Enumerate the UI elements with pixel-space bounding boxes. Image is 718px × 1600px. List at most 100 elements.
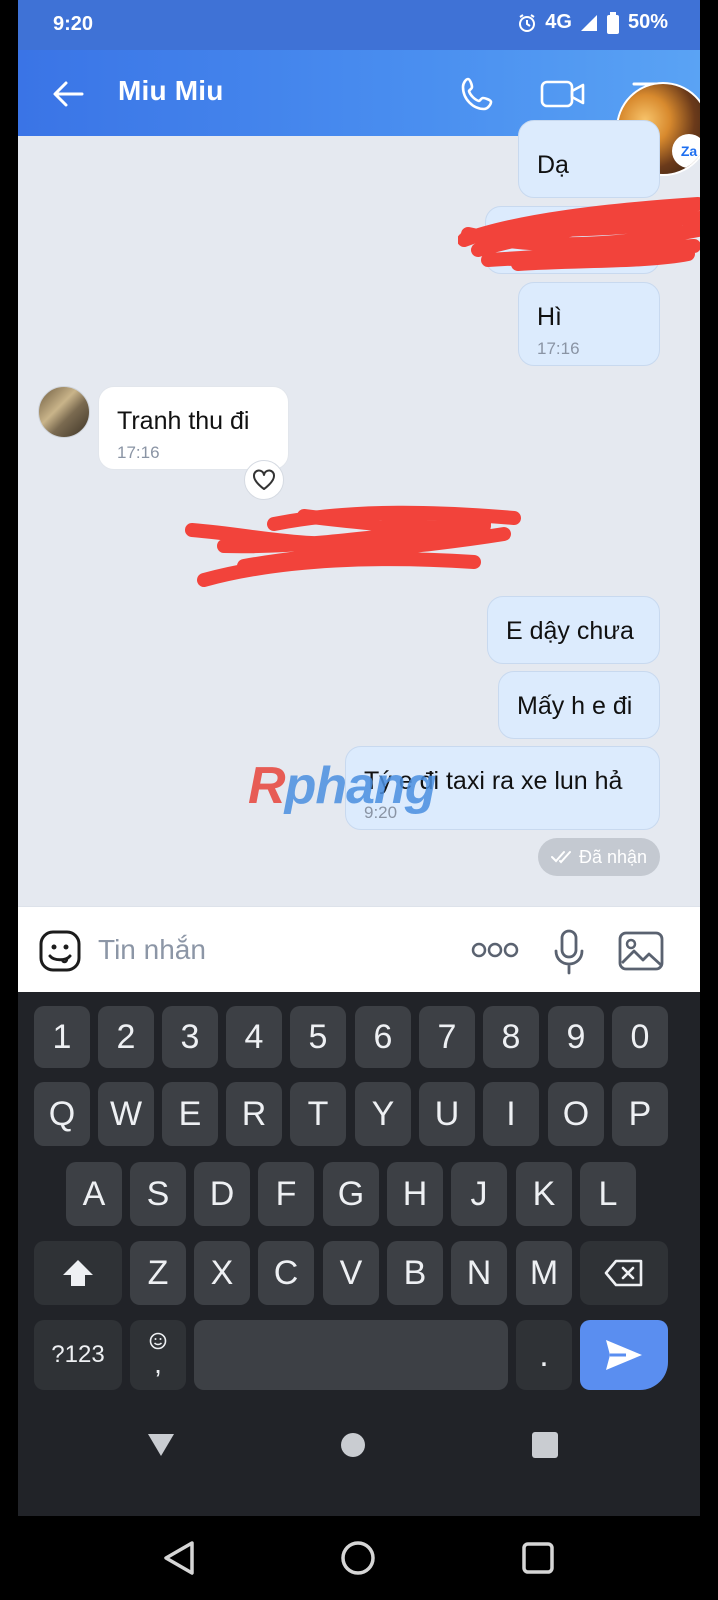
key-j[interactable]: J [451, 1162, 507, 1226]
send-key[interactable] [580, 1320, 668, 1390]
comma-label: , [154, 1348, 162, 1379]
watermark-r: R [248, 757, 286, 815]
video-call-icon[interactable] [540, 74, 586, 114]
on-screen-keyboard: 1 2 3 4 5 6 7 8 9 0 Q W E R T Y U I O P … [18, 992, 700, 1516]
key-g[interactable]: G [323, 1162, 379, 1226]
key-8[interactable]: 8 [483, 1006, 539, 1068]
key-u[interactable]: U [419, 1082, 475, 1146]
contact-avatar[interactable] [38, 386, 90, 438]
key-3[interactable]: 3 [162, 1006, 218, 1068]
system-navigation-bar [0, 1516, 718, 1600]
key-9[interactable]: 9 [548, 1006, 604, 1068]
emoji-comma-stack: , [149, 1332, 167, 1378]
battery-icon [606, 11, 619, 34]
key-t[interactable]: T [290, 1082, 346, 1146]
backspace-key[interactable] [580, 1241, 668, 1305]
message-text: E dậy chưa [506, 617, 634, 645]
send-icon [606, 1340, 642, 1370]
key-5[interactable]: 5 [290, 1006, 346, 1068]
redaction-scribble [185, 505, 521, 587]
alarm-icon [519, 13, 536, 32]
message-bubble-received[interactable]: Tranh thu đi 17:16 [98, 386, 289, 470]
symbols-key[interactable]: ?123 [34, 1320, 122, 1390]
key-z[interactable]: Z [130, 1241, 186, 1305]
key-a[interactable]: A [66, 1162, 122, 1226]
key-d[interactable]: D [194, 1162, 250, 1226]
received-status-badge: Đã nhận [538, 838, 660, 876]
key-n[interactable]: N [451, 1241, 507, 1305]
message-time: 17:16 [117, 443, 160, 462]
key-y[interactable]: Y [355, 1082, 411, 1146]
key-o[interactable]: O [548, 1082, 604, 1146]
message-time: 17:16 [537, 339, 580, 358]
status-time: 9:20 [53, 13, 94, 35]
message-text: Tranh thu đi [117, 407, 250, 435]
key-k[interactable]: K [516, 1162, 572, 1226]
key-s[interactable]: S [130, 1162, 186, 1226]
key-w[interactable]: W [98, 1082, 154, 1146]
keyboard-recents-icon[interactable] [532, 1432, 558, 1458]
received-status-text: Đã nhận [578, 846, 648, 867]
status-bar: 9:20 4G 50% [18, 0, 700, 50]
period-key[interactable]: . [516, 1320, 572, 1390]
key-7[interactable]: 7 [419, 1006, 475, 1068]
image-gallery-icon[interactable] [618, 931, 664, 971]
more-options-icon[interactable] [470, 937, 520, 963]
heart-icon [253, 469, 275, 490]
redaction-scribble [458, 197, 700, 271]
message-bubble-sent[interactable]: E dậy chưa [487, 596, 660, 664]
screen: 9:20 4G 50% Miu Miu Za Dạ Hì 17:16 Tranh… [18, 0, 700, 1516]
message-text: Mấy h e đi [517, 692, 633, 720]
message-bubble-sent[interactable]: Mấy h e đi [498, 671, 660, 739]
key-v[interactable]: V [323, 1241, 379, 1305]
key-2[interactable]: 2 [98, 1006, 154, 1068]
nav-recents-icon[interactable] [522, 1542, 554, 1574]
microphone-icon[interactable] [552, 929, 586, 975]
key-r[interactable]: R [226, 1082, 282, 1146]
keyboard-home-icon[interactable] [340, 1432, 366, 1458]
key-i[interactable]: I [483, 1082, 539, 1146]
message-input[interactable] [98, 927, 458, 973]
key-c[interactable]: C [258, 1241, 314, 1305]
key-f[interactable]: F [258, 1162, 314, 1226]
key-0[interactable]: 0 [612, 1006, 668, 1068]
key-4[interactable]: 4 [226, 1006, 282, 1068]
keyboard-hide-icon[interactable] [146, 1432, 176, 1458]
nav-home-icon[interactable] [340, 1540, 376, 1576]
key-b[interactable]: B [387, 1241, 443, 1305]
key-x[interactable]: X [194, 1241, 250, 1305]
signal-icon [580, 14, 597, 31]
message-bubble-sent[interactable]: Hì 17:16 [518, 282, 660, 366]
watermark-logo: Rphang [248, 756, 437, 816]
message-text: Hì [537, 303, 562, 331]
key-e[interactable]: E [162, 1082, 218, 1146]
backspace-icon [604, 1259, 643, 1287]
chat-title[interactable]: Miu Miu [118, 75, 224, 107]
message-text: Dạ [537, 151, 569, 179]
emoji-comma-key[interactable]: , [130, 1320, 186, 1390]
battery-percent: 50% [627, 11, 668, 33]
app-badge: Za [672, 134, 700, 168]
network-label: 4G [545, 11, 572, 33]
key-l[interactable]: L [580, 1162, 636, 1226]
sticker-icon[interactable] [38, 929, 82, 973]
nav-back-icon[interactable] [162, 1540, 196, 1576]
key-h[interactable]: H [387, 1162, 443, 1226]
keyboard-nav-row [18, 1412, 700, 1512]
watermark-rest: phang [284, 757, 437, 815]
shift-key[interactable] [34, 1241, 122, 1305]
key-p[interactable]: P [612, 1082, 668, 1146]
react-heart-button[interactable] [244, 460, 284, 500]
key-m[interactable]: M [516, 1241, 572, 1305]
back-arrow-icon[interactable] [48, 74, 88, 114]
phone-icon[interactable] [458, 74, 498, 114]
shift-icon [63, 1260, 93, 1286]
message-bubble-sent[interactable]: Dạ [518, 120, 660, 198]
key-1[interactable]: 1 [34, 1006, 90, 1068]
space-key[interactable] [194, 1320, 508, 1390]
key-6[interactable]: 6 [355, 1006, 411, 1068]
key-q[interactable]: Q [34, 1082, 90, 1146]
double-check-icon [550, 851, 571, 864]
status-icons: 4G 50% [517, 11, 668, 34]
message-composer [18, 906, 700, 992]
